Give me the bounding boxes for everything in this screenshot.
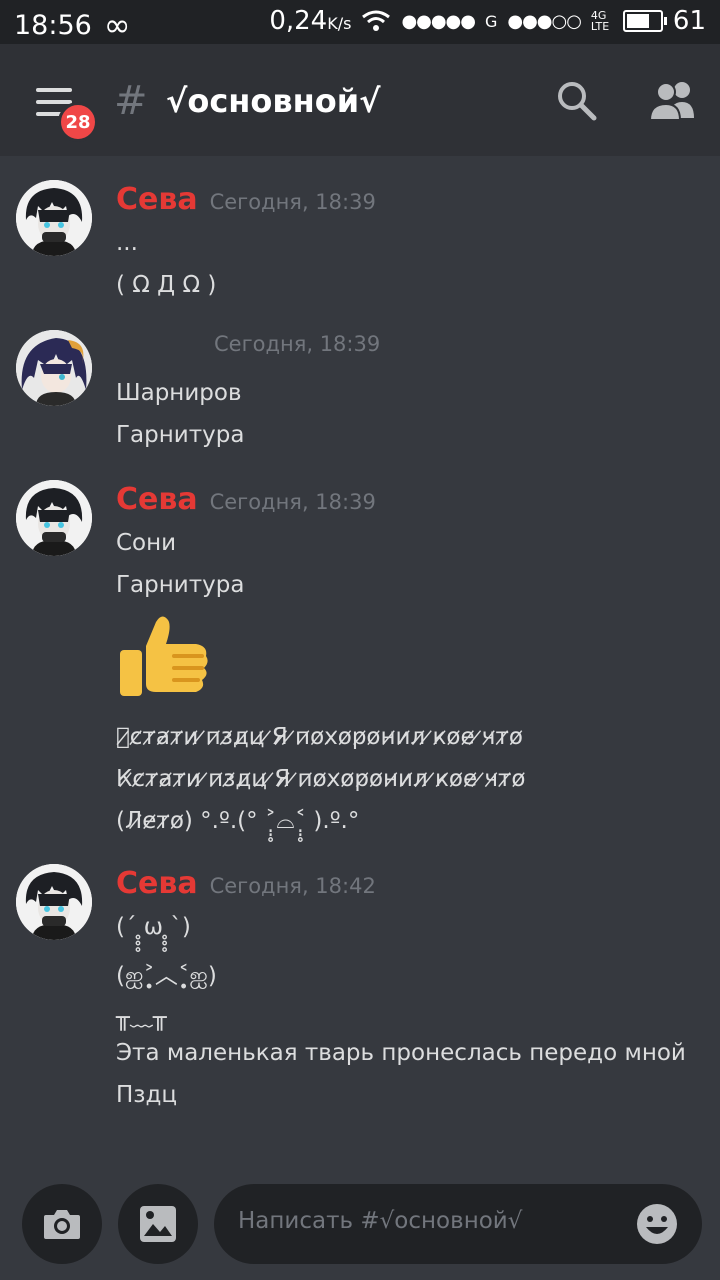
message-timestamp: Сегодня, 18:42 (209, 874, 376, 898)
message-text: (Л̷е̷т̷о̷) °.º.(° ˃̣̣̥⌓˂̣̣̥ ).º.° (116, 808, 360, 834)
message-text: (´ ̥̥̥ω ̥̥̥`) (116, 914, 191, 940)
message-timestamp: Сегодня, 18:39 (209, 190, 376, 214)
message-text: Эта маленькая тварь пронеслась передо мн… (116, 1040, 686, 1066)
wifi-icon (362, 10, 391, 31)
message-timestamp: Сегодня, 18:39 (209, 490, 376, 514)
message-timestamp: Сегодня, 18:39 (214, 332, 381, 356)
camera-icon (44, 1210, 80, 1239)
avatar-image (16, 480, 92, 556)
thumbs-up-icon (120, 616, 208, 696)
message-author[interactable]: Сева (116, 182, 198, 217)
signal-strength-2: ●●●○○ (507, 10, 582, 32)
message-text: К̷с̷т̷а̷т̷и̷ ̷п̷з̷д̷ц̷ ̷Я̷ ̷п̷о̷х̷о̷р̷о̷… (116, 766, 526, 792)
avatar[interactable] (16, 180, 92, 256)
network-type-1: G (484, 11, 498, 31)
avatar-image (16, 330, 92, 406)
image-button[interactable] (118, 1184, 198, 1264)
search-icon[interactable] (554, 78, 598, 122)
channel-hash-icon: # (114, 78, 148, 124)
message-author[interactable]: Сева (116, 866, 198, 901)
message-list[interactable]: Сева Сегодня, 18:39 ... ( Ω Д Ω ) Сегодн… (0, 156, 720, 1156)
loop-icon: ∞ (103, 6, 131, 44)
status-time: 18:56 (14, 9, 92, 41)
camera-button[interactable] (22, 1184, 102, 1264)
message-text: Гарнитура (116, 572, 245, 598)
avatar-image (16, 180, 92, 256)
message-input[interactable]: Написать #√основной√ (214, 1184, 702, 1264)
message-text: Гарнитура (116, 422, 245, 448)
menu-icon-bar (36, 100, 72, 104)
message-author[interactable]: Сева (116, 482, 198, 517)
network-type-2: 4G LTE (590, 9, 610, 33)
unread-badge: 28 (58, 102, 98, 142)
message-text: Ｋ̷с̷т̷а̷т̷и̷ ̷п̷з̷д̷ц̷ ̷Я̷ ̷п̷о̷х̷о̷р̷о̷… (116, 724, 523, 750)
avatar-image (16, 864, 92, 940)
message-input-placeholder: Написать #√основной√ (238, 1208, 523, 1234)
members-icon[interactable] (648, 78, 698, 122)
message-composer: Написать #√основной√ (0, 1156, 720, 1280)
avatar[interactable] (16, 864, 92, 940)
message-text: Сони (116, 530, 177, 556)
status-bar: 18:56 ∞ 0,24K/s ●●●●● G ●●●○○ 4G LTE 61 (0, 0, 720, 44)
avatar[interactable] (16, 330, 92, 406)
battery-level: 61 (672, 6, 706, 36)
message-text: ╥﹏╥ (116, 1005, 167, 1031)
emoji-icon[interactable] (636, 1203, 678, 1245)
message-text: ( Ω Д Ω ) (116, 272, 217, 298)
battery-icon (622, 10, 667, 32)
network-speed: 0,24K/s (269, 6, 352, 36)
avatar[interactable] (16, 480, 92, 556)
menu-icon (36, 88, 72, 92)
channel-title: √основной√ (166, 82, 381, 120)
message-text: ... (116, 230, 138, 256)
signal-strength-1: ●●●●● (401, 10, 476, 32)
message-text: Шарниров (116, 380, 242, 406)
image-icon (140, 1206, 176, 1242)
message-text: (ஐ˃̣̣̥︿˂̣̣̥ஐ) (116, 963, 217, 989)
message-text: Пздц (116, 1082, 178, 1108)
